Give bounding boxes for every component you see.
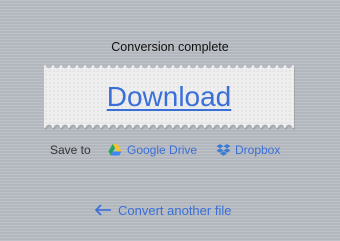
- arrow-left-icon: [94, 204, 112, 216]
- google-drive-label: Google Drive: [127, 143, 198, 157]
- dropbox-icon: [216, 143, 231, 157]
- google-drive-icon: [108, 143, 122, 157]
- save-to-label: Save to: [50, 143, 91, 157]
- download-stamp: Download: [44, 65, 295, 130]
- convert-another-file-link[interactable]: Convert another file: [94, 201, 231, 219]
- convert-another-file-label: Convert another file: [118, 202, 232, 218]
- google-drive-link[interactable]: Google Drive: [108, 141, 197, 159]
- conversion-status: Conversion complete: [111, 40, 229, 54]
- dropbox-link[interactable]: Dropbox: [216, 141, 280, 159]
- dropbox-label: Dropbox: [235, 143, 281, 157]
- download-link[interactable]: Download: [44, 65, 294, 128]
- save-to-row: Save to Google Drive Dropbox: [0, 141, 340, 159]
